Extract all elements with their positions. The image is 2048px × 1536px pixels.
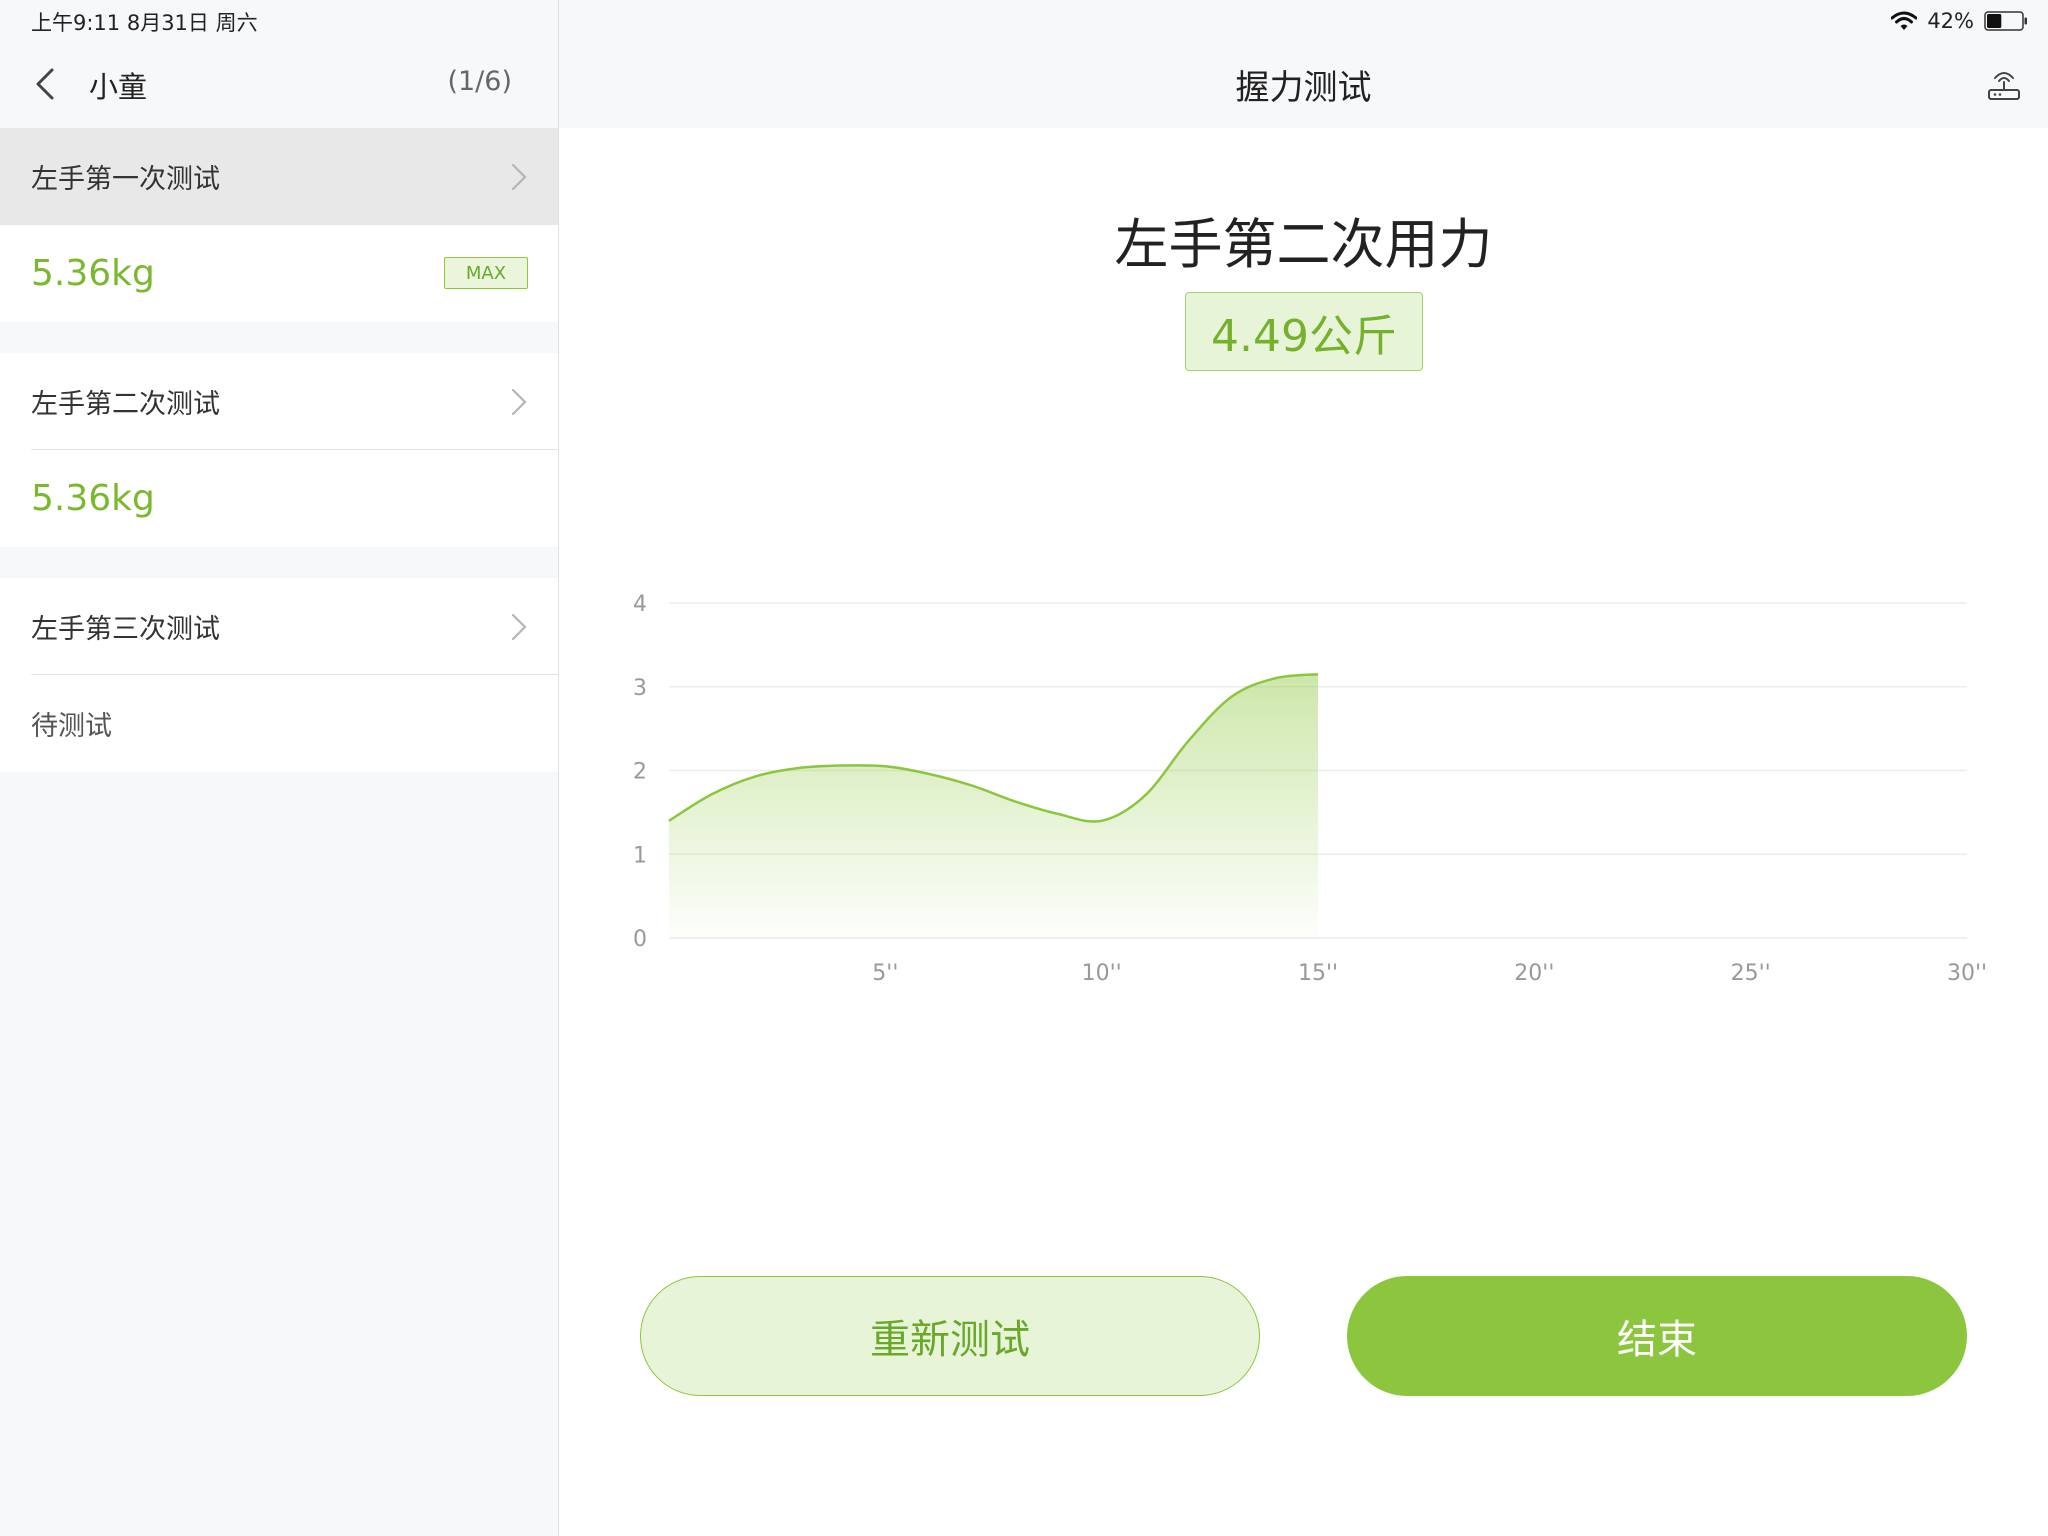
finish-button[interactable]: 结束: [1347, 1276, 1967, 1396]
status-time-date: 上午9:11 8月31日 周六: [31, 11, 258, 35]
chevron-right-icon: [511, 388, 527, 416]
y-tick-label: 0: [633, 927, 647, 952]
test-label: 左手第二次测试: [31, 389, 220, 420]
sidebar-header: 小童 (1/6): [0, 40, 558, 128]
y-tick-label: 1: [633, 843, 647, 868]
test-item-left-third[interactable]: 左手第三次测试: [0, 578, 558, 675]
test-list: 左手第一次测试 5.36kg MAX 左手第二次测试 5.36kg 左手第三次测…: [0, 128, 558, 803]
main-panel: 握力测试 左手第二次用力 4.49公斤 01234 5'' 10'' 15'' 20'…: [559, 0, 2048, 1536]
student-name: 小童: [89, 70, 148, 104]
wifi-icon: [1891, 11, 1918, 30]
status-indicators: 42%: [1891, 7, 2028, 35]
y-tick-label: 2: [633, 760, 647, 785]
back-button[interactable]: [28, 64, 64, 104]
chevron-right-icon: [511, 613, 527, 641]
y-tick-label: 4: [633, 592, 647, 617]
test-value-text: 待测试: [31, 711, 112, 742]
chart-area-series: [668, 672, 1319, 938]
test-label: 左手第一次测试: [31, 164, 220, 195]
test-item-left-second[interactable]: 左手第二次测试: [0, 353, 558, 450]
chevron-right-icon: [511, 163, 527, 191]
y-tick-label: 3: [633, 676, 647, 701]
area-fill: [669, 674, 1318, 938]
max-badge: MAX: [444, 257, 528, 289]
grip-force-chart: 0 1 2 3 4 5'' 10'' 15'' 20'' 25'' 30'': [633, 592, 1987, 986]
test-value-text: 5.36kg: [31, 253, 155, 294]
test-value: 5.36kg: [0, 450, 558, 547]
test-value: 待测试: [0, 675, 558, 772]
x-tick-label: 5'': [872, 961, 898, 986]
test-item: 左手第二次测试 5.36kg: [0, 353, 558, 547]
test-item-left-first[interactable]: 左手第一次测试: [0, 128, 558, 225]
x-tick-label: 15'': [1298, 961, 1338, 986]
x-tick-label: 10'': [1082, 961, 1122, 986]
x-tick-label: 30'': [1947, 961, 1987, 986]
test-item: 左手第三次测试 待测试: [0, 578, 558, 772]
x-tick-label: 20'': [1514, 961, 1554, 986]
retest-button[interactable]: 重新测试: [640, 1276, 1260, 1396]
test-value-text: 5.36kg: [31, 478, 155, 519]
battery-percent: 42%: [1927, 9, 1974, 33]
test-value: 5.36kg MAX: [0, 225, 558, 322]
chart-x-ticks: 5'' 10'' 15'' 20'' 25'' 30'': [872, 961, 1987, 986]
status-bar: 上午9:11 8月31日 周六 42%: [0, 0, 2048, 40]
battery-icon: [1984, 11, 2027, 31]
test-label: 左手第三次测试: [31, 614, 220, 645]
x-tick-label: 25'': [1731, 961, 1771, 986]
test-item: 左手第一次测试 5.36kg MAX: [0, 128, 558, 322]
chart-y-ticks: 0 1 2 3 4: [633, 592, 647, 952]
sidebar: 小童 (1/6) 左手第一次测试 5.36kg MAX 左手第二次测试 5.36…: [0, 0, 559, 1536]
page-count: (1/6): [447, 66, 512, 97]
